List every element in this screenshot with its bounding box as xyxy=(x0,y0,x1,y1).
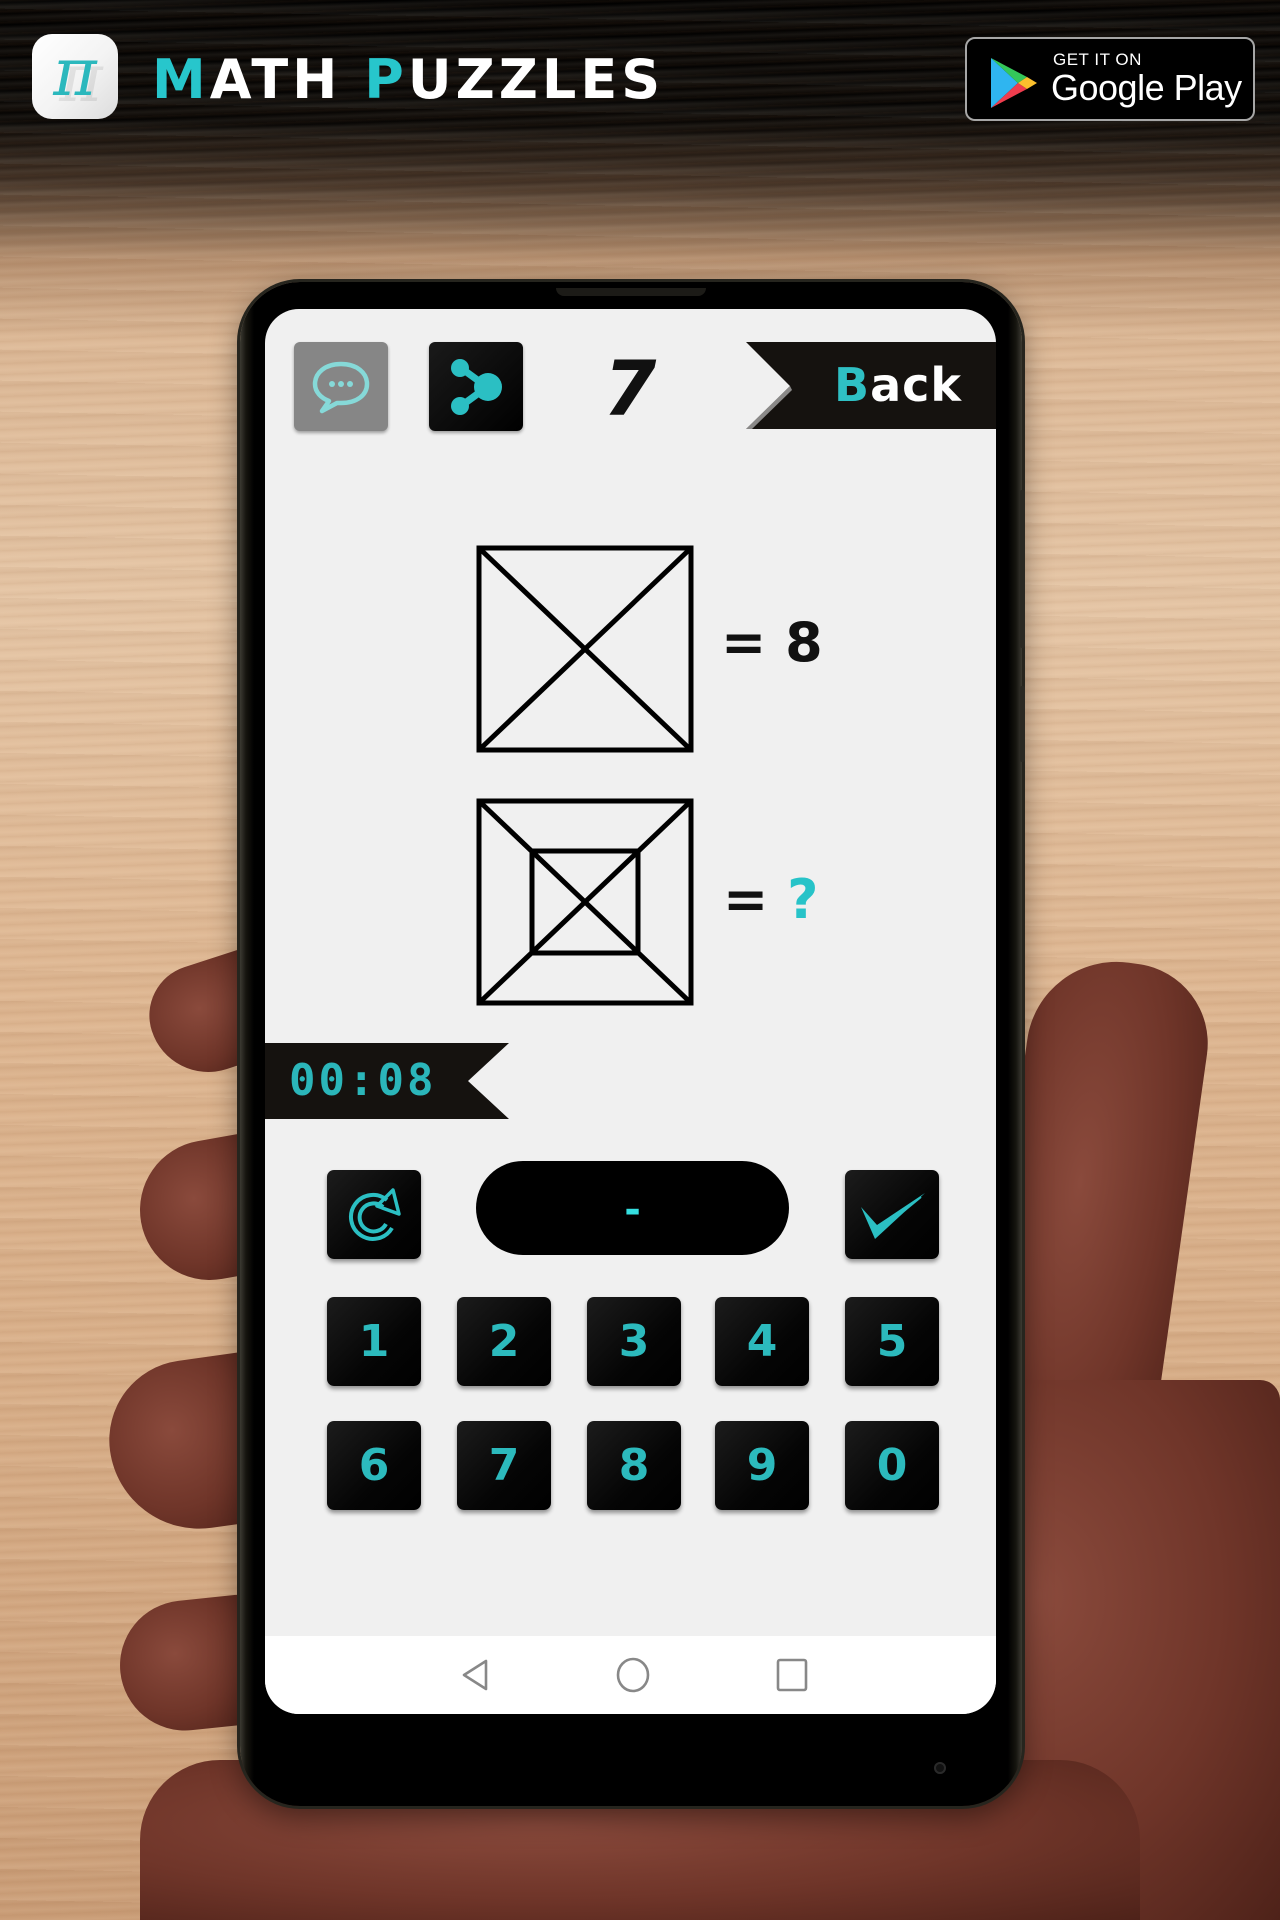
keypad-key-0[interactable]: 0 xyxy=(845,1421,939,1510)
keypad-key-label: 8 xyxy=(618,1439,650,1491)
nav-home-icon[interactable] xyxy=(616,1657,650,1693)
unknown-value: ? xyxy=(787,868,819,931)
chat-bubble-icon xyxy=(312,361,370,413)
volume-button xyxy=(1020,490,1025,648)
keypad-key-label: 1 xyxy=(358,1315,390,1367)
keypad-key-8[interactable]: 8 xyxy=(587,1421,681,1510)
badge-store-name: Google Play xyxy=(1051,67,1242,108)
keypad-key-label: 4 xyxy=(746,1315,778,1367)
system-nav-bar xyxy=(265,1636,996,1714)
sensor xyxy=(934,1762,946,1774)
puzzle-equation-2: = ? xyxy=(723,868,819,931)
level-number: 7 xyxy=(603,344,657,433)
timer-value: 00:08 xyxy=(289,1055,437,1106)
puzzle-figure-1 xyxy=(476,545,694,753)
keypad-key-label: 5 xyxy=(876,1315,908,1367)
puzzle-equation-1: = 8 xyxy=(721,611,823,674)
earpiece xyxy=(556,288,706,296)
app-logo: π xyxy=(32,34,118,119)
hint-button[interactable] xyxy=(294,342,388,431)
keypad-key-label: 9 xyxy=(746,1439,778,1491)
keypad-key-3[interactable]: 3 xyxy=(587,1297,681,1386)
share-button[interactable] xyxy=(429,342,523,431)
share-icon xyxy=(451,358,502,415)
keypad-key-label: 6 xyxy=(358,1439,390,1491)
keypad-key-6[interactable]: 6 xyxy=(327,1421,421,1510)
puzzle-figure-2 xyxy=(476,798,694,1006)
nav-recents-icon[interactable] xyxy=(776,1658,808,1692)
keypad-key-4[interactable]: 4 xyxy=(715,1297,809,1386)
keypad-key-5[interactable]: 5 xyxy=(845,1297,939,1386)
phone-screen: 7 Back = 8 = ? 00:08 - 1 2 3 4 5 6 7 8 9… xyxy=(265,309,996,1714)
keypad-key-1[interactable]: 1 xyxy=(327,1297,421,1386)
keypad-key-7[interactable]: 7 xyxy=(457,1421,551,1510)
keypad-key-label: 3 xyxy=(618,1315,650,1367)
keypad-key-label: 7 xyxy=(488,1439,520,1491)
power-button xyxy=(1020,686,1025,762)
answer-value: - xyxy=(624,1187,641,1233)
google-play-icon xyxy=(991,58,1037,108)
keypad-key-label: 0 xyxy=(876,1439,908,1491)
submit-button[interactable] xyxy=(845,1170,939,1259)
check-icon xyxy=(861,1192,925,1239)
keypad-key-2[interactable]: 2 xyxy=(457,1297,551,1386)
timer: 00:08 xyxy=(265,1043,509,1119)
puzzle-value-1: 8 xyxy=(785,611,823,674)
keypad-key-9[interactable]: 9 xyxy=(715,1421,809,1510)
keypad-key-label: 2 xyxy=(488,1315,520,1367)
reset-button[interactable] xyxy=(327,1170,421,1259)
pi-icon: π xyxy=(53,34,97,111)
refresh-icon xyxy=(348,1187,401,1241)
answer-display: - xyxy=(476,1161,789,1255)
back-button[interactable]: Back xyxy=(746,342,996,429)
app-title: MATH PUZZLES xyxy=(152,48,665,111)
nav-back-icon[interactable] xyxy=(460,1658,490,1692)
google-play-badge[interactable]: GET IT ON Google Play xyxy=(965,37,1255,121)
